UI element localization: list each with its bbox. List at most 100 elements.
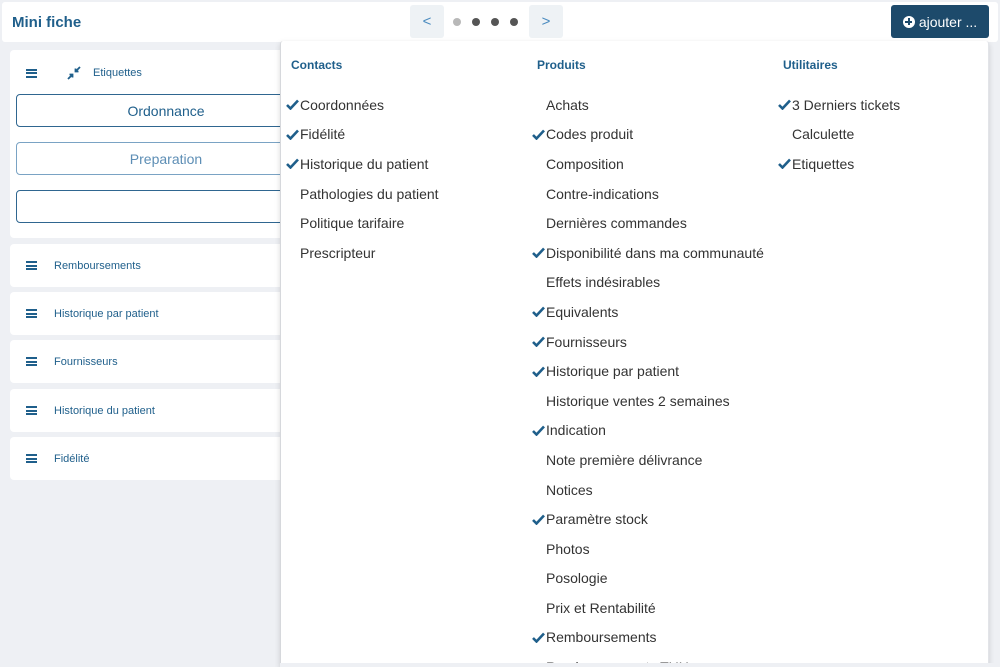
- card-fournisseurs[interactable]: Fournisseurs: [10, 340, 310, 383]
- menu-item-label: Remboursements: [546, 629, 657, 646]
- page-title: Mini fiche: [12, 14, 82, 31]
- menu-item[interactable]: Fournisseurs: [527, 327, 764, 357]
- menu-item-label: Fournisseurs: [546, 333, 627, 350]
- plus-circle-icon: [902, 15, 915, 28]
- menu-item-label: Etiquettes: [792, 155, 855, 172]
- menu-item-label: Pathologies du patient: [300, 185, 439, 202]
- menu-item-label: Historique du patient: [300, 155, 429, 172]
- menu-item-label: Historique par patient: [546, 363, 680, 380]
- menu-item-label: Achats: [546, 96, 589, 113]
- compress-icon[interactable]: [67, 66, 81, 80]
- prev-page-button[interactable]: <: [410, 5, 444, 38]
- page-dot-4[interactable]: [510, 17, 518, 26]
- menu-item-label: Codes produit: [546, 126, 634, 143]
- menu-item[interactable]: Remboursements: [527, 623, 764, 653]
- menu-icon[interactable]: [26, 309, 37, 318]
- menu-item[interactable]: Etiquettes: [773, 149, 900, 179]
- add-button-label: ajouter ...: [918, 13, 978, 30]
- checkmark-icon: [285, 129, 299, 140]
- column-title: Contacts: [291, 58, 343, 72]
- card-remboursements[interactable]: Remboursements: [10, 244, 310, 287]
- card-label: Historique du patient: [54, 404, 155, 417]
- menu-item-label: Dernières commandes: [546, 215, 687, 232]
- menu-item-label: Notices: [546, 481, 593, 498]
- menu-icon[interactable]: [26, 406, 37, 415]
- checkmark-icon: [531, 366, 545, 377]
- menu-item[interactable]: Posologie: [527, 564, 764, 594]
- menu-item-label: Historique ventes 2 semaines: [546, 392, 730, 409]
- menu-item-label: Indication: [546, 422, 606, 439]
- menu-item-label: Fidélité: [300, 126, 346, 143]
- menu-item[interactable]: Paramètre stock: [527, 504, 764, 534]
- menu-item[interactable]: Notices: [527, 475, 764, 505]
- add-widget-dropdown: Contacts Coordonnées Fidélité Historique d…: [280, 41, 989, 667]
- column-title: Utilitaires: [783, 58, 838, 72]
- add-button[interactable]: ajouter ...: [891, 5, 989, 38]
- checkmark-icon: [531, 632, 545, 643]
- page-dot-2[interactable]: [472, 17, 480, 26]
- menu-item-label: Disponibilité dans ma communauté: [546, 244, 764, 261]
- checkmark-icon: [531, 514, 545, 525]
- ordonnance-button[interactable]: Ordonnance: [16, 94, 316, 127]
- menu-item[interactable]: Photos: [527, 534, 764, 564]
- menu-item-label: Politique tarifaire: [300, 215, 405, 232]
- menu-item[interactable]: Achats: [527, 90, 764, 120]
- menu-item[interactable]: Historique ventes 2 semaines: [527, 386, 764, 416]
- menu-item-label: Equivalents: [546, 303, 619, 320]
- etiquettes-panel: Etiquettes Ordonnance Preparation: [10, 50, 316, 238]
- checkmark-icon: [531, 336, 545, 348]
- menu-item[interactable]: Composition: [527, 149, 764, 179]
- menu-icon[interactable]: [26, 454, 37, 463]
- menu-item-label: Photos: [546, 540, 590, 557]
- menu-icon[interactable]: [26, 68, 37, 78]
- menu-item[interactable]: Prescripteur: [281, 238, 439, 268]
- menu-item[interactable]: 3 Derniers tickets: [773, 90, 900, 120]
- card-label: Remboursements: [54, 259, 141, 272]
- menu-item[interactable]: Pathologies du patient: [281, 179, 439, 209]
- preparation-button[interactable]: Preparation: [16, 142, 316, 175]
- card-label: Fidélité: [54, 452, 90, 465]
- menu-item[interactable]: Dernières commandes: [527, 208, 764, 238]
- menu-item[interactable]: Equivalents: [527, 297, 764, 327]
- card-historique-du-patient[interactable]: Historique du patient: [10, 389, 310, 432]
- empty-button[interactable]: [16, 190, 316, 223]
- menu-item[interactable]: Fidélité: [281, 120, 439, 150]
- menu-item[interactable]: Codes produit: [527, 120, 764, 150]
- column-title: Produits: [537, 58, 586, 72]
- checkmark-icon: [285, 158, 299, 170]
- menu-item[interactable]: Politique tarifaire: [281, 208, 439, 238]
- menu-item[interactable]: Prix et Rentabilité: [527, 593, 764, 623]
- menu-icon[interactable]: [26, 357, 37, 366]
- checkmark-icon: [531, 129, 545, 140]
- menu-item[interactable]: Disponibilité dans ma communauté: [527, 238, 764, 268]
- checkmark-icon: [285, 99, 299, 111]
- menu-item[interactable]: Effets indésirables: [527, 268, 764, 298]
- menu-item[interactable]: Indication: [527, 416, 764, 446]
- menu-item-label: Paramètre stock: [546, 511, 648, 528]
- menu-item[interactable]: Coordonnées: [281, 90, 439, 120]
- pager: < >: [410, 5, 563, 38]
- checkmark-icon: [531, 247, 545, 259]
- menu-item[interactable]: Historique du patient: [281, 149, 439, 179]
- card-historique-par-patient[interactable]: Historique par patient: [10, 292, 310, 335]
- panel-header: Etiquettes: [26, 66, 142, 80]
- checkmark-icon: [777, 99, 791, 111]
- menu-item-label: Contre-indications: [546, 185, 659, 202]
- checkmark-icon: [531, 425, 545, 436]
- menu-item-label: Composition: [546, 155, 624, 172]
- card-fidelite[interactable]: Fidélité: [10, 437, 310, 480]
- menu-item[interactable]: Historique par patient: [527, 356, 764, 386]
- menu-item-label: Calculette: [792, 126, 855, 143]
- panel-title: Etiquettes: [93, 67, 142, 79]
- page-dot-1[interactable]: [453, 17, 461, 26]
- menu-item[interactable]: Calculette: [773, 120, 900, 150]
- menu-icon[interactable]: [26, 261, 37, 270]
- column-produits: Produits Achats Codes produit Composition C…: [527, 58, 764, 667]
- menu-item[interactable]: Contre-indications: [527, 179, 764, 209]
- menu-item-label: Prescripteur: [300, 244, 376, 261]
- checkmark-icon: [531, 306, 545, 318]
- page-dot-3[interactable]: [491, 17, 499, 26]
- card-label: Historique par patient: [54, 307, 159, 320]
- next-page-button[interactable]: >: [529, 5, 563, 38]
- menu-item[interactable]: Note première délivrance: [527, 445, 764, 475]
